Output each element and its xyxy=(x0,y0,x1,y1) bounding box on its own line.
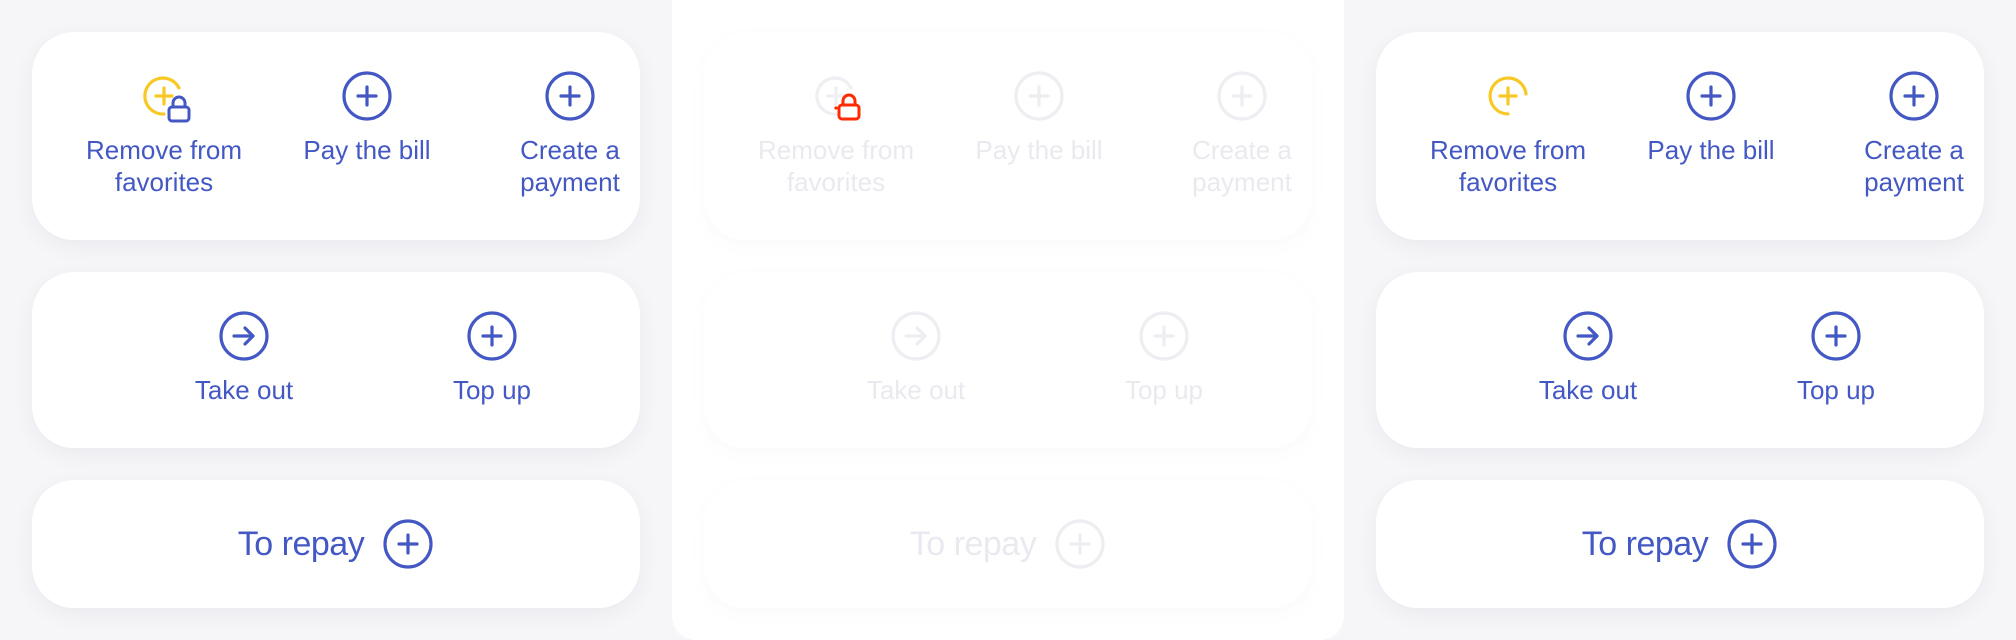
arrow-right-circle-icon xyxy=(890,310,942,362)
pay-the-bill-button[interactable]: Pay the bill xyxy=(939,70,1139,166)
remove-from-favorites-button[interactable]: Remove from favorites xyxy=(64,70,264,198)
to-repay-card[interactable]: To repay xyxy=(32,480,640,608)
top-up-label: Top up xyxy=(452,375,532,405)
lock-icon xyxy=(167,95,191,123)
state-panel-disabled: Remove from favorites Pay the bill Creat… xyxy=(672,0,1344,640)
plus-circle-icon xyxy=(1054,518,1106,570)
plus-circle-icon xyxy=(466,310,518,362)
favorite-plus-icon xyxy=(1482,70,1534,122)
quick-actions-card: Remove from favorites Pay the bill Creat… xyxy=(32,32,640,240)
take-out-button[interactable]: Take out xyxy=(1488,310,1688,406)
arrow-right-circle-icon xyxy=(1562,310,1614,362)
to-repay-label: To repay xyxy=(237,524,365,563)
remove-from-favorites-label: Remove from favorites xyxy=(1429,135,1587,197)
to-repay-button[interactable]: To repay xyxy=(32,480,640,608)
transfer-actions-card: Take out Top up xyxy=(704,272,1312,448)
take-out-label: Take out xyxy=(1538,375,1638,405)
create-a-payment-button[interactable]: Create a payment xyxy=(1142,70,1342,198)
create-a-payment-label: Create a payment xyxy=(520,135,620,197)
to-repay-label: To repay xyxy=(1581,524,1709,563)
create-a-payment-button[interactable]: Create a payment xyxy=(470,70,670,198)
favorite-plus-icon xyxy=(138,70,191,123)
top-up-label: Top up xyxy=(1796,375,1876,405)
plus-circle-icon xyxy=(1888,70,1940,122)
plus-circle-icon xyxy=(1810,310,1862,362)
to-repay-button[interactable]: To repay xyxy=(704,480,1312,608)
create-a-payment-button[interactable]: Create a payment xyxy=(1814,70,2014,198)
plus-circle-icon xyxy=(1685,70,1737,122)
to-repay-button[interactable]: To repay xyxy=(1376,480,1984,608)
transfer-actions-card: Take out Top up xyxy=(1376,272,1984,448)
create-a-payment-label: Create a payment xyxy=(1864,135,1964,197)
plus-circle-icon xyxy=(544,70,596,122)
plus-circle-icon xyxy=(1013,70,1065,122)
pay-the-bill-label: Pay the bill xyxy=(975,135,1103,165)
pay-the-bill-label: Pay the bill xyxy=(1647,135,1775,165)
plus-circle-icon xyxy=(341,70,393,122)
lock-icon xyxy=(834,93,861,121)
take-out-button[interactable]: Take out xyxy=(816,310,1016,406)
favorite-plus-icon xyxy=(810,70,862,122)
create-a-payment-label: Create a payment xyxy=(1192,135,1292,197)
remove-from-favorites-label: Remove from favorites xyxy=(757,135,915,197)
to-repay-label: To repay xyxy=(909,524,1037,563)
top-up-label: Top up xyxy=(1124,375,1204,405)
take-out-button[interactable]: Take out xyxy=(144,310,344,406)
plus-circle-icon xyxy=(382,518,434,570)
remove-from-favorites-button[interactable]: Remove from favorites xyxy=(736,70,936,198)
top-up-button[interactable]: Top up xyxy=(1064,310,1264,406)
take-out-label: Take out xyxy=(866,375,966,405)
top-up-button[interactable]: Top up xyxy=(392,310,592,406)
to-repay-card[interactable]: To repay xyxy=(704,480,1312,608)
transfer-actions-card: Take out Top up xyxy=(32,272,640,448)
pay-the-bill-button[interactable]: Pay the bill xyxy=(1611,70,1811,166)
plus-circle-icon xyxy=(1726,518,1778,570)
plus-circle-icon xyxy=(1138,310,1190,362)
state-panel-locked: Remove from favorites Pay the bill Creat… xyxy=(0,0,672,640)
top-up-button[interactable]: Top up xyxy=(1736,310,1936,406)
plus-circle-icon xyxy=(1216,70,1268,122)
state-panel-default: Remove from favorites Pay the bill Creat… xyxy=(1344,0,2016,640)
remove-from-favorites-label: Remove from favorites xyxy=(85,135,243,197)
quick-actions-card: Remove from favorites Pay the bill Creat… xyxy=(1376,32,1984,240)
take-out-label: Take out xyxy=(194,375,294,405)
arrow-right-circle-icon xyxy=(218,310,270,362)
quick-actions-card: Remove from favorites Pay the bill Creat… xyxy=(704,32,1312,240)
pay-the-bill-label: Pay the bill xyxy=(303,135,431,165)
to-repay-card[interactable]: To repay xyxy=(1376,480,1984,608)
remove-from-favorites-button[interactable]: Remove from favorites xyxy=(1408,70,1608,198)
pay-the-bill-button[interactable]: Pay the bill xyxy=(267,70,467,166)
